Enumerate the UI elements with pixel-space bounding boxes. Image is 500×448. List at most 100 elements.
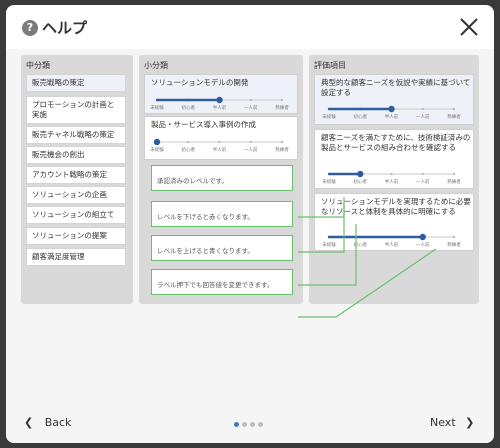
scale-tick xyxy=(452,235,456,239)
help-dialog: ? ヘルプ 中分類 販売戦略の策定 プロモーションの計画と実施 販売チャネル戦略… xyxy=(6,5,494,443)
level-scale[interactable]: 未経験 初心者 半人前 一人前 熟練者 xyxy=(322,232,461,252)
scale-label[interactable]: 未経験 xyxy=(142,105,172,111)
help-icon: ? xyxy=(22,20,38,36)
evaluation-heading: 評価項目 xyxy=(314,61,346,70)
sub-card[interactable]: 製品・サービス導入事例の作成 未経験 初心者 半人前 一人前 熟練者 xyxy=(144,116,298,160)
note-approved: 承認済みのレベルです。 xyxy=(151,165,293,191)
sub-card-title: 製品・サービス導入事例の作成 xyxy=(151,120,256,129)
scale-tick xyxy=(187,98,190,102)
chevron-left-icon: ❮ xyxy=(24,416,34,429)
mid-item[interactable]: 顧客満足度管理 xyxy=(26,248,126,266)
page-dot[interactable] xyxy=(250,422,255,427)
mid-item[interactable]: ソリューションの提案 xyxy=(26,227,126,245)
scale-tick xyxy=(390,172,393,176)
scale-tick xyxy=(155,98,159,102)
page-dot[interactable] xyxy=(258,422,263,427)
eval-card-title: ソリューションモデルを実現するために必要なリソースと体制を具体的に明確にする xyxy=(321,197,471,216)
mid-category-heading: 中分類 xyxy=(26,61,50,70)
scale-tick xyxy=(187,140,190,144)
back-label: Back xyxy=(44,416,72,429)
scale-tick xyxy=(327,172,331,176)
level-scale[interactable]: 未経験 初心者 半人前 一人前 熟練者 xyxy=(322,104,461,124)
scale-label[interactable]: 初心者 xyxy=(173,147,203,153)
scale-tick xyxy=(327,235,331,239)
mid-item[interactable]: プロモーションの計画と実施 xyxy=(26,96,126,124)
eval-card[interactable]: 顧客ニーズを満たすために、技術検証済みの製品とサービスの組み合わせを確認する 未… xyxy=(314,129,474,189)
eval-card[interactable]: ソリューションモデルを実現するために必要なリソースと体制を具体的に明確にする 未… xyxy=(314,193,474,251)
scale-label[interactable]: 熟練者 xyxy=(439,179,469,185)
eval-card-title: 顧客ニーズを満たすために、技術検証済みの製品とサービスの組み合わせを確認する xyxy=(321,133,471,152)
scale-label[interactable]: 未経験 xyxy=(314,242,344,248)
level-scale[interactable]: 未経験 初心者 半人前 一人前 熟練者 xyxy=(150,137,289,157)
scale-label[interactable]: 初心者 xyxy=(345,114,375,120)
scale-label[interactable]: 初心者 xyxy=(345,179,375,185)
mid-item[interactable]: 販売チャネル戦略の策定 xyxy=(26,126,126,144)
scale-label[interactable]: 半人前 xyxy=(205,105,235,111)
scale-label[interactable]: 一人前 xyxy=(408,114,438,120)
scale-tick xyxy=(359,235,362,239)
scale-label[interactable]: 未経験 xyxy=(142,147,172,153)
next-button[interactable]: Next ❯ xyxy=(430,416,474,429)
mid-item[interactable]: 販売戦略の策定 xyxy=(26,74,126,92)
scale-tick xyxy=(327,107,331,111)
scale-tick xyxy=(280,98,284,102)
back-button[interactable]: ❮ Back xyxy=(24,416,71,429)
page-dot[interactable] xyxy=(234,422,239,427)
dialog-header: ? ヘルプ xyxy=(6,5,494,49)
scale-label[interactable]: 未経験 xyxy=(314,114,344,120)
scale-tick xyxy=(421,107,424,111)
page-dot[interactable] xyxy=(242,422,247,427)
scale-label[interactable]: 半人前 xyxy=(377,242,407,248)
sub-category-heading: 小分類 xyxy=(144,61,168,70)
note-level-up: レベルを上げると青くなります。 xyxy=(151,235,293,261)
scale-tick xyxy=(421,172,424,176)
mid-item[interactable]: ソリューションの組立て xyxy=(26,206,126,224)
mid-item[interactable]: ソリューションの企画 xyxy=(26,186,126,204)
scale-label[interactable]: 半人前 xyxy=(377,114,407,120)
scale-label[interactable]: 未経験 xyxy=(314,179,344,185)
scale-label[interactable]: 初心者 xyxy=(173,105,203,111)
scale-label[interactable]: 半人前 xyxy=(205,147,235,153)
scale-knob xyxy=(419,233,426,241)
mid-item[interactable]: 販売機会の創出 xyxy=(26,146,126,164)
scale-knob xyxy=(357,170,364,178)
note-level-down: レベルを下げると赤くなります。 xyxy=(151,201,293,227)
mid-category-column: 中分類 販売戦略の策定 プロモーションの計画と実施 販売チャネル戦略の策定 販売… xyxy=(21,55,133,304)
dialog-footer: ❮ Back Next ❯ xyxy=(6,404,494,443)
scale-label[interactable]: 半人前 xyxy=(377,179,407,185)
scale-label[interactable]: 熟練者 xyxy=(439,114,469,120)
note-label-click: ラベル押下でも回答値を変更できます。 xyxy=(151,269,293,295)
scale-knob xyxy=(388,105,395,113)
scale-label[interactable]: 一人前 xyxy=(236,105,266,111)
scale-tick xyxy=(390,235,393,239)
scale-tick xyxy=(249,98,252,102)
help-content: 中分類 販売戦略の策定 プロモーションの計画と実施 販売チャネル戦略の策定 販売… xyxy=(6,49,494,404)
close-icon[interactable] xyxy=(458,16,480,38)
sub-card[interactable]: ソリューションモデルの開発 未経験 初心者 半人前 一人前 熟練者 xyxy=(144,74,298,114)
scale-label[interactable]: 初心者 xyxy=(345,242,375,248)
chevron-right-icon: ❯ xyxy=(465,416,475,429)
scale-label[interactable]: 熟練者 xyxy=(267,105,297,111)
scale-tick xyxy=(280,140,284,144)
next-label: Next xyxy=(430,416,456,429)
scale-label[interactable]: 熟練者 xyxy=(439,242,469,248)
dialog-title: ヘルプ xyxy=(42,19,88,37)
scale-label[interactable]: 熟練者 xyxy=(267,147,297,153)
scale-tick xyxy=(249,140,252,144)
scale-label[interactable]: 一人前 xyxy=(408,179,438,185)
scale-tick xyxy=(218,140,221,144)
evaluation-column: 評価項目 典型的な顧客ニーズを仮説や実績に基づいて設定する 未経験 初心者 半人前一… xyxy=(309,55,479,304)
scale-label[interactable]: 一人前 xyxy=(408,242,438,248)
mid-item[interactable]: アカウント戦略の策定 xyxy=(26,166,126,184)
eval-card[interactable]: 典型的な顧客ニーズを仮説や実績に基づいて設定する 未経験 初心者 半人前 一人前 熟練者 xyxy=(314,74,474,125)
scale-knob xyxy=(216,96,223,104)
scale-label[interactable]: 一人前 xyxy=(236,147,266,153)
scale-tick xyxy=(359,107,362,111)
eval-card-title: 典型的な顧客ニーズを仮説や実績に基づいて設定する xyxy=(321,78,471,97)
level-scale[interactable]: 未経験 初心者 半人前 一人前 熟練者 xyxy=(150,95,289,115)
scale-knob xyxy=(154,138,161,146)
scale-tick xyxy=(452,107,456,111)
sub-card-title: ソリューションモデルの開発 xyxy=(151,78,249,87)
level-scale[interactable]: 未経験 初心者 半人前 一人前 熟練者 xyxy=(322,169,461,189)
scale-tick xyxy=(452,172,456,176)
